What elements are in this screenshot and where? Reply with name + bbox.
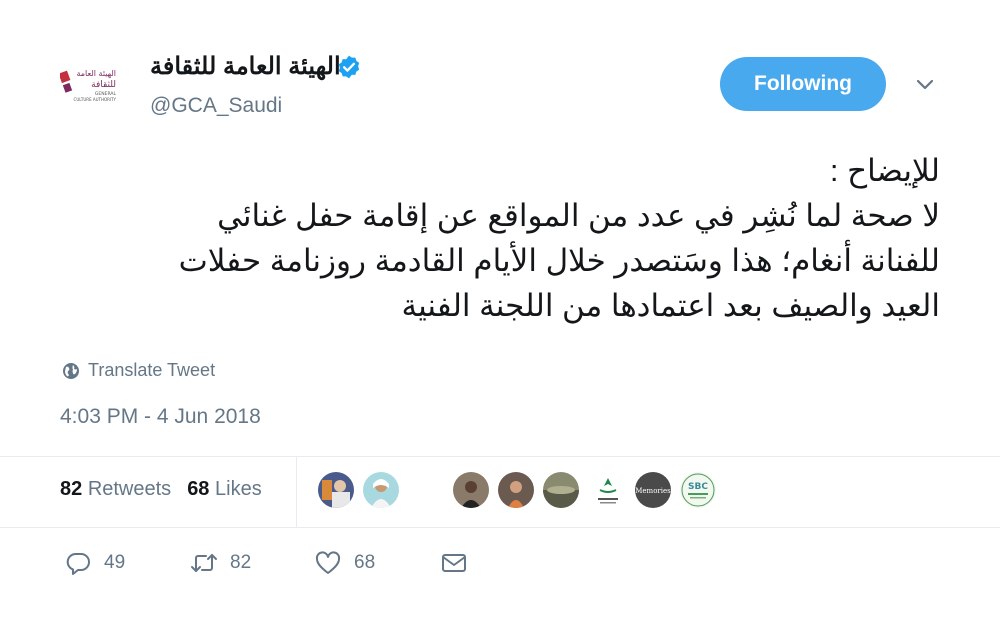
- divider: [296, 456, 297, 527]
- logo-text-en-2: CULTURE AUTHORITY: [74, 97, 117, 102]
- likes-stat[interactable]: 68 Likes: [187, 478, 262, 501]
- reply-count: 49: [104, 552, 126, 573]
- liker-avatar[interactable]: [363, 472, 399, 508]
- retweet-button[interactable]: 82: [190, 549, 251, 577]
- retweet-count: 82: [230, 552, 252, 573]
- likes-label: Likes: [215, 478, 262, 500]
- envelope-icon: [442, 554, 466, 572]
- tweet-line: العيد والصيف بعد اعتمادها من اللجنة الفن…: [401, 288, 940, 323]
- globe-icon: [62, 362, 80, 380]
- reply-button[interactable]: 49: [64, 549, 125, 577]
- likes-count: 68: [187, 478, 210, 500]
- liker-avatar[interactable]: SBC: [680, 472, 716, 508]
- retweets-label: Retweets: [87, 478, 172, 500]
- retweet-icon: [191, 554, 217, 572]
- divider: [0, 527, 1000, 528]
- reply-icon: [66, 553, 90, 575]
- heart-icon: [315, 551, 341, 574]
- tweet-stats: 82 Retweets 68 Likes: [60, 478, 262, 501]
- liker-avatar[interactable]: [590, 472, 626, 508]
- liker-avatar[interactable]: [318, 472, 354, 508]
- like-button[interactable]: 68: [314, 549, 375, 577]
- verified-badge-icon: [336, 54, 362, 80]
- account-logo[interactable]: الهيئة العامة للثقافة GENERAL CULTURE AU…: [58, 62, 118, 110]
- tweet-text: للإيضاح : لا صحة لما نُشِر في عدد من الم…: [60, 148, 940, 328]
- translate-tweet-link[interactable]: Translate Tweet: [62, 360, 215, 381]
- tweet-line: للفنانة أنغام؛ هذا وسَتصدر خلال الأيام ا…: [178, 243, 940, 278]
- divider: [0, 456, 1000, 457]
- liker-avatar[interactable]: [453, 472, 489, 508]
- account-handle[interactable]: @GCA_Saudi: [150, 94, 282, 118]
- like-count: 68: [354, 552, 376, 573]
- tweet-timestamp[interactable]: 4:03 PM - 4 Jun 2018: [60, 405, 261, 429]
- tweet-line: للإيضاح :: [829, 153, 940, 188]
- sbc-label: SBC: [688, 482, 708, 492]
- memories-label: Memories: [635, 487, 671, 495]
- direct-message-button[interactable]: [440, 549, 468, 577]
- tweet-line: لا صحة لما نُشِر في عدد من المواقع عن إق…: [217, 198, 940, 233]
- retweets-stat[interactable]: 82 Retweets: [60, 478, 171, 501]
- display-name[interactable]: الهيئة العامة للثقافة: [150, 52, 341, 81]
- retweets-count: 82: [60, 478, 83, 500]
- translate-label[interactable]: Translate Tweet: [88, 360, 215, 381]
- liker-avatar[interactable]: [498, 472, 534, 508]
- logo-text-ar-1: الهيئة العامة: [76, 69, 116, 78]
- logo-text-ar-2: للثقافة: [91, 80, 116, 90]
- liker-avatar[interactable]: [543, 472, 579, 508]
- liker-avatar[interactable]: Memories: [635, 472, 671, 508]
- following-button[interactable]: Following: [720, 57, 886, 111]
- chevron-down-icon[interactable]: [912, 74, 938, 96]
